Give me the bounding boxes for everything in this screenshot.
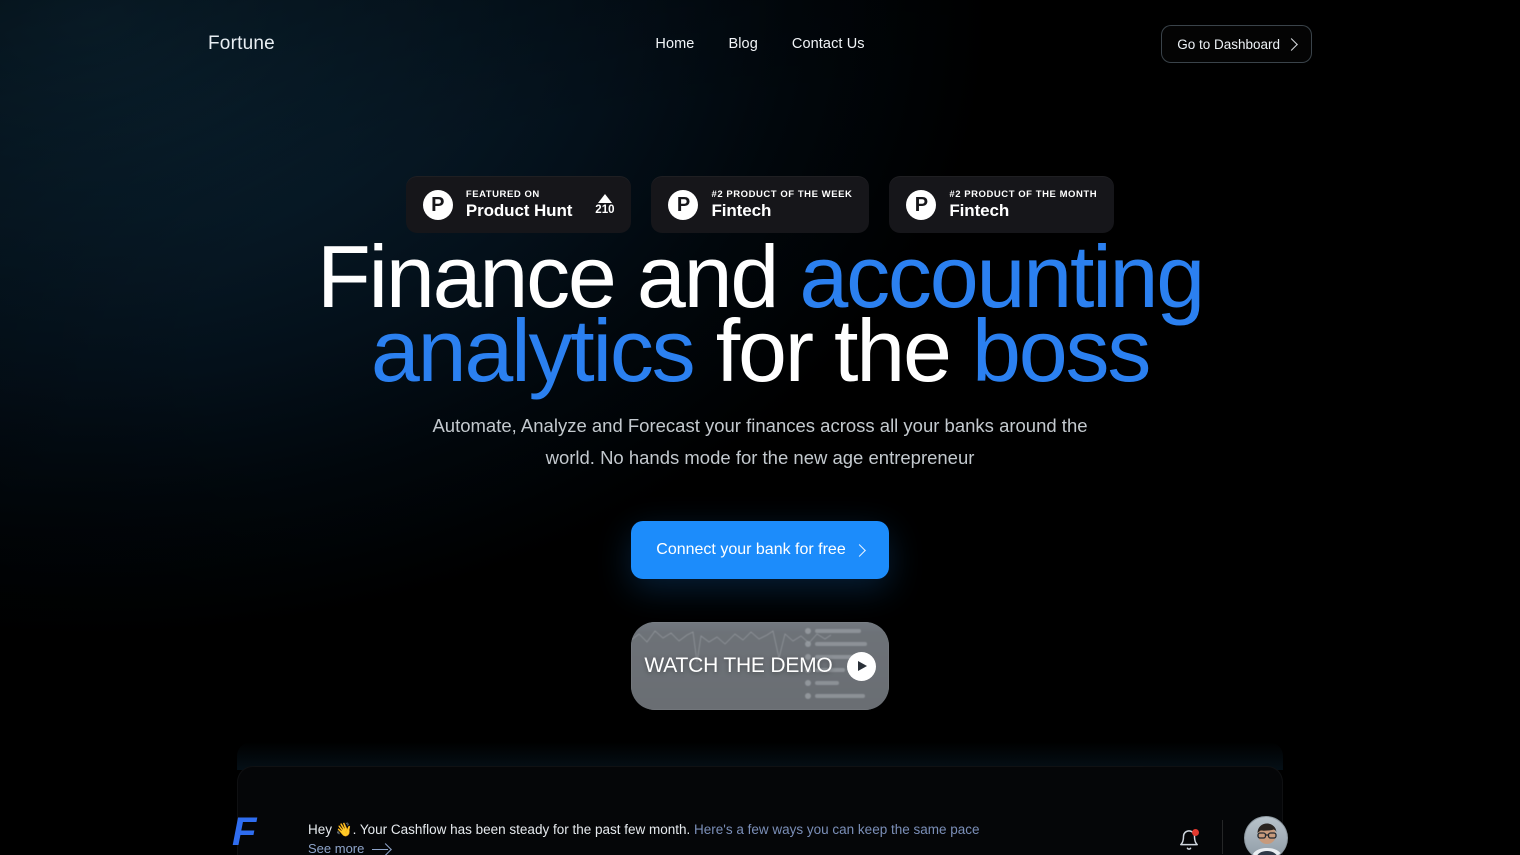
badge-title: Fintech xyxy=(949,201,1010,220)
fortune-f-icon: F xyxy=(232,810,256,854)
product-hunt-badge-row: P FEATURED ON Product Hunt 210 P #2 PROD… xyxy=(0,176,1520,233)
site-header: Fortune Home Blog Contact Us Go to Dashb… xyxy=(0,0,1520,88)
app-panel-message: Hey 👋. Your Cashflow has been steady for… xyxy=(308,819,1088,841)
see-more-label: See more xyxy=(308,841,365,855)
product-hunt-icon: P xyxy=(906,189,937,220)
headline-segment-2: for the xyxy=(693,301,973,400)
hero-subtitle: Automate, Analyze and Forecast your fina… xyxy=(432,415,1088,468)
badge-text: #2 PRODUCT OF THE MONTH Fintech xyxy=(949,188,1097,221)
badge-text: FEATURED ON Product Hunt xyxy=(465,188,573,221)
connect-bank-button[interactable]: Connect your bank for free xyxy=(631,521,889,579)
badge-featured-on-product-hunt[interactable]: P FEATURED ON Product Hunt 210 xyxy=(405,176,632,233)
go-to-dashboard-button[interactable]: Go to Dashboard xyxy=(1161,25,1312,63)
nav-item-blog[interactable]: Blog xyxy=(728,36,757,52)
play-icon[interactable] xyxy=(846,651,876,681)
app-message-text: Hey 👋. Your Cashflow has been steady for… xyxy=(308,822,695,837)
badge-upvote[interactable]: 210 xyxy=(595,193,615,216)
badge-title: Fintech xyxy=(711,201,772,220)
watch-demo-label: WATCH THE DEMO xyxy=(644,654,833,677)
avatar-image xyxy=(1245,817,1287,855)
triangle-up-icon xyxy=(597,193,612,203)
cta-label: Connect your bank for free xyxy=(656,541,846,558)
dashboard-button-label: Go to Dashboard xyxy=(1177,36,1280,52)
chevron-right-icon xyxy=(1285,37,1298,51)
notification-dot xyxy=(1192,829,1199,836)
see-more-link[interactable]: See more xyxy=(308,841,390,855)
notifications-bell-button[interactable] xyxy=(1178,829,1200,851)
product-hunt-icon: P xyxy=(422,189,453,220)
app-message-link[interactable]: Here's a few ways you can keep the same … xyxy=(694,822,979,837)
panel-divider xyxy=(1222,820,1223,854)
avatar[interactable] xyxy=(1244,816,1288,855)
product-hunt-icon: P xyxy=(668,189,699,220)
badge-kicker: FEATURED ON xyxy=(465,189,540,200)
headline-accent-boss: boss xyxy=(972,301,1151,400)
demo-label-row: WATCH THE DEMO xyxy=(631,622,889,710)
badge-title: Product Hunt xyxy=(465,201,573,220)
badge-vote-count: 210 xyxy=(595,203,615,216)
nav-item-contact-us[interactable]: Contact Us xyxy=(792,36,865,52)
badge-text: #2 PRODUCT OF THE WEEK Fintech xyxy=(711,188,852,221)
headline-accent-analytics: analytics xyxy=(370,301,696,400)
arrow-right-icon xyxy=(372,844,390,854)
badge-kicker: #2 PRODUCT OF THE WEEK xyxy=(711,189,853,200)
badge-product-of-the-month[interactable]: P #2 PRODUCT OF THE MONTH Fintech xyxy=(889,176,1115,233)
page-title: Finance and accounting analytics for the … xyxy=(0,233,1520,395)
nav-item-home[interactable]: Home xyxy=(655,36,694,52)
badge-product-of-the-week[interactable]: P #2 PRODUCT OF THE WEEK Fintech xyxy=(651,176,870,233)
watch-demo-card[interactable]: WATCH THE DEMO xyxy=(631,622,889,710)
app-preview-panel xyxy=(237,766,1283,855)
chevron-right-icon xyxy=(852,543,866,557)
badge-kicker: #2 PRODUCT OF THE MONTH xyxy=(949,189,1098,200)
landing-page: Fortune Home Blog Contact Us Go to Dashb… xyxy=(0,0,1520,855)
